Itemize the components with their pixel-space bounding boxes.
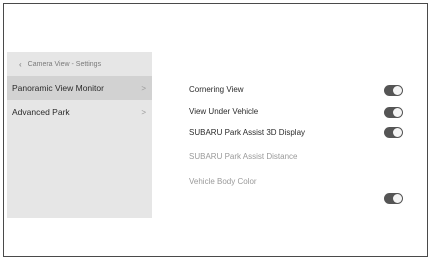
breadcrumb-label: Camera View - Settings (27, 60, 102, 68)
extra-toggle[interactable] (384, 193, 403, 204)
setting-label-cornering-view: Cornering View (189, 85, 244, 94)
sidebar-item-label: Advanced Park (12, 107, 70, 117)
view-under-vehicle-toggle[interactable] (384, 107, 403, 118)
sidebar-item-label: Panoramic View Monitor (12, 83, 104, 93)
breadcrumb[interactable]: ‹ Camera View - Settings (7, 52, 152, 76)
setting-label-view-under-vehicle: View Under Vehicle (189, 107, 259, 116)
chevron-right-icon: > (141, 83, 146, 93)
setting-label-park-assist-3d-display: SUBARU Park Assist 3D Display (189, 128, 306, 137)
chevron-left-icon[interactable]: ‹ (19, 60, 22, 69)
sidebar-item-advanced-park[interactable]: Advanced Park > (7, 100, 152, 124)
toggle-knob (393, 194, 402, 203)
toggle-knob (393, 86, 402, 95)
setting-label-vehicle-body-color: Vehicle Body Color (189, 177, 257, 186)
toggle-knob (393, 108, 402, 117)
chevron-right-icon: > (141, 107, 146, 117)
park-assist-3d-display-toggle[interactable] (384, 127, 403, 138)
setting-label-park-assist-distance: SUBARU Park Assist Distance (189, 152, 298, 161)
cornering-view-toggle[interactable] (384, 85, 403, 96)
toggle-knob (393, 128, 402, 137)
sidebar: ‹ Camera View - Settings Panoramic View … (7, 52, 152, 218)
sidebar-item-panoramic-view-monitor[interactable]: Panoramic View Monitor > (7, 76, 152, 100)
